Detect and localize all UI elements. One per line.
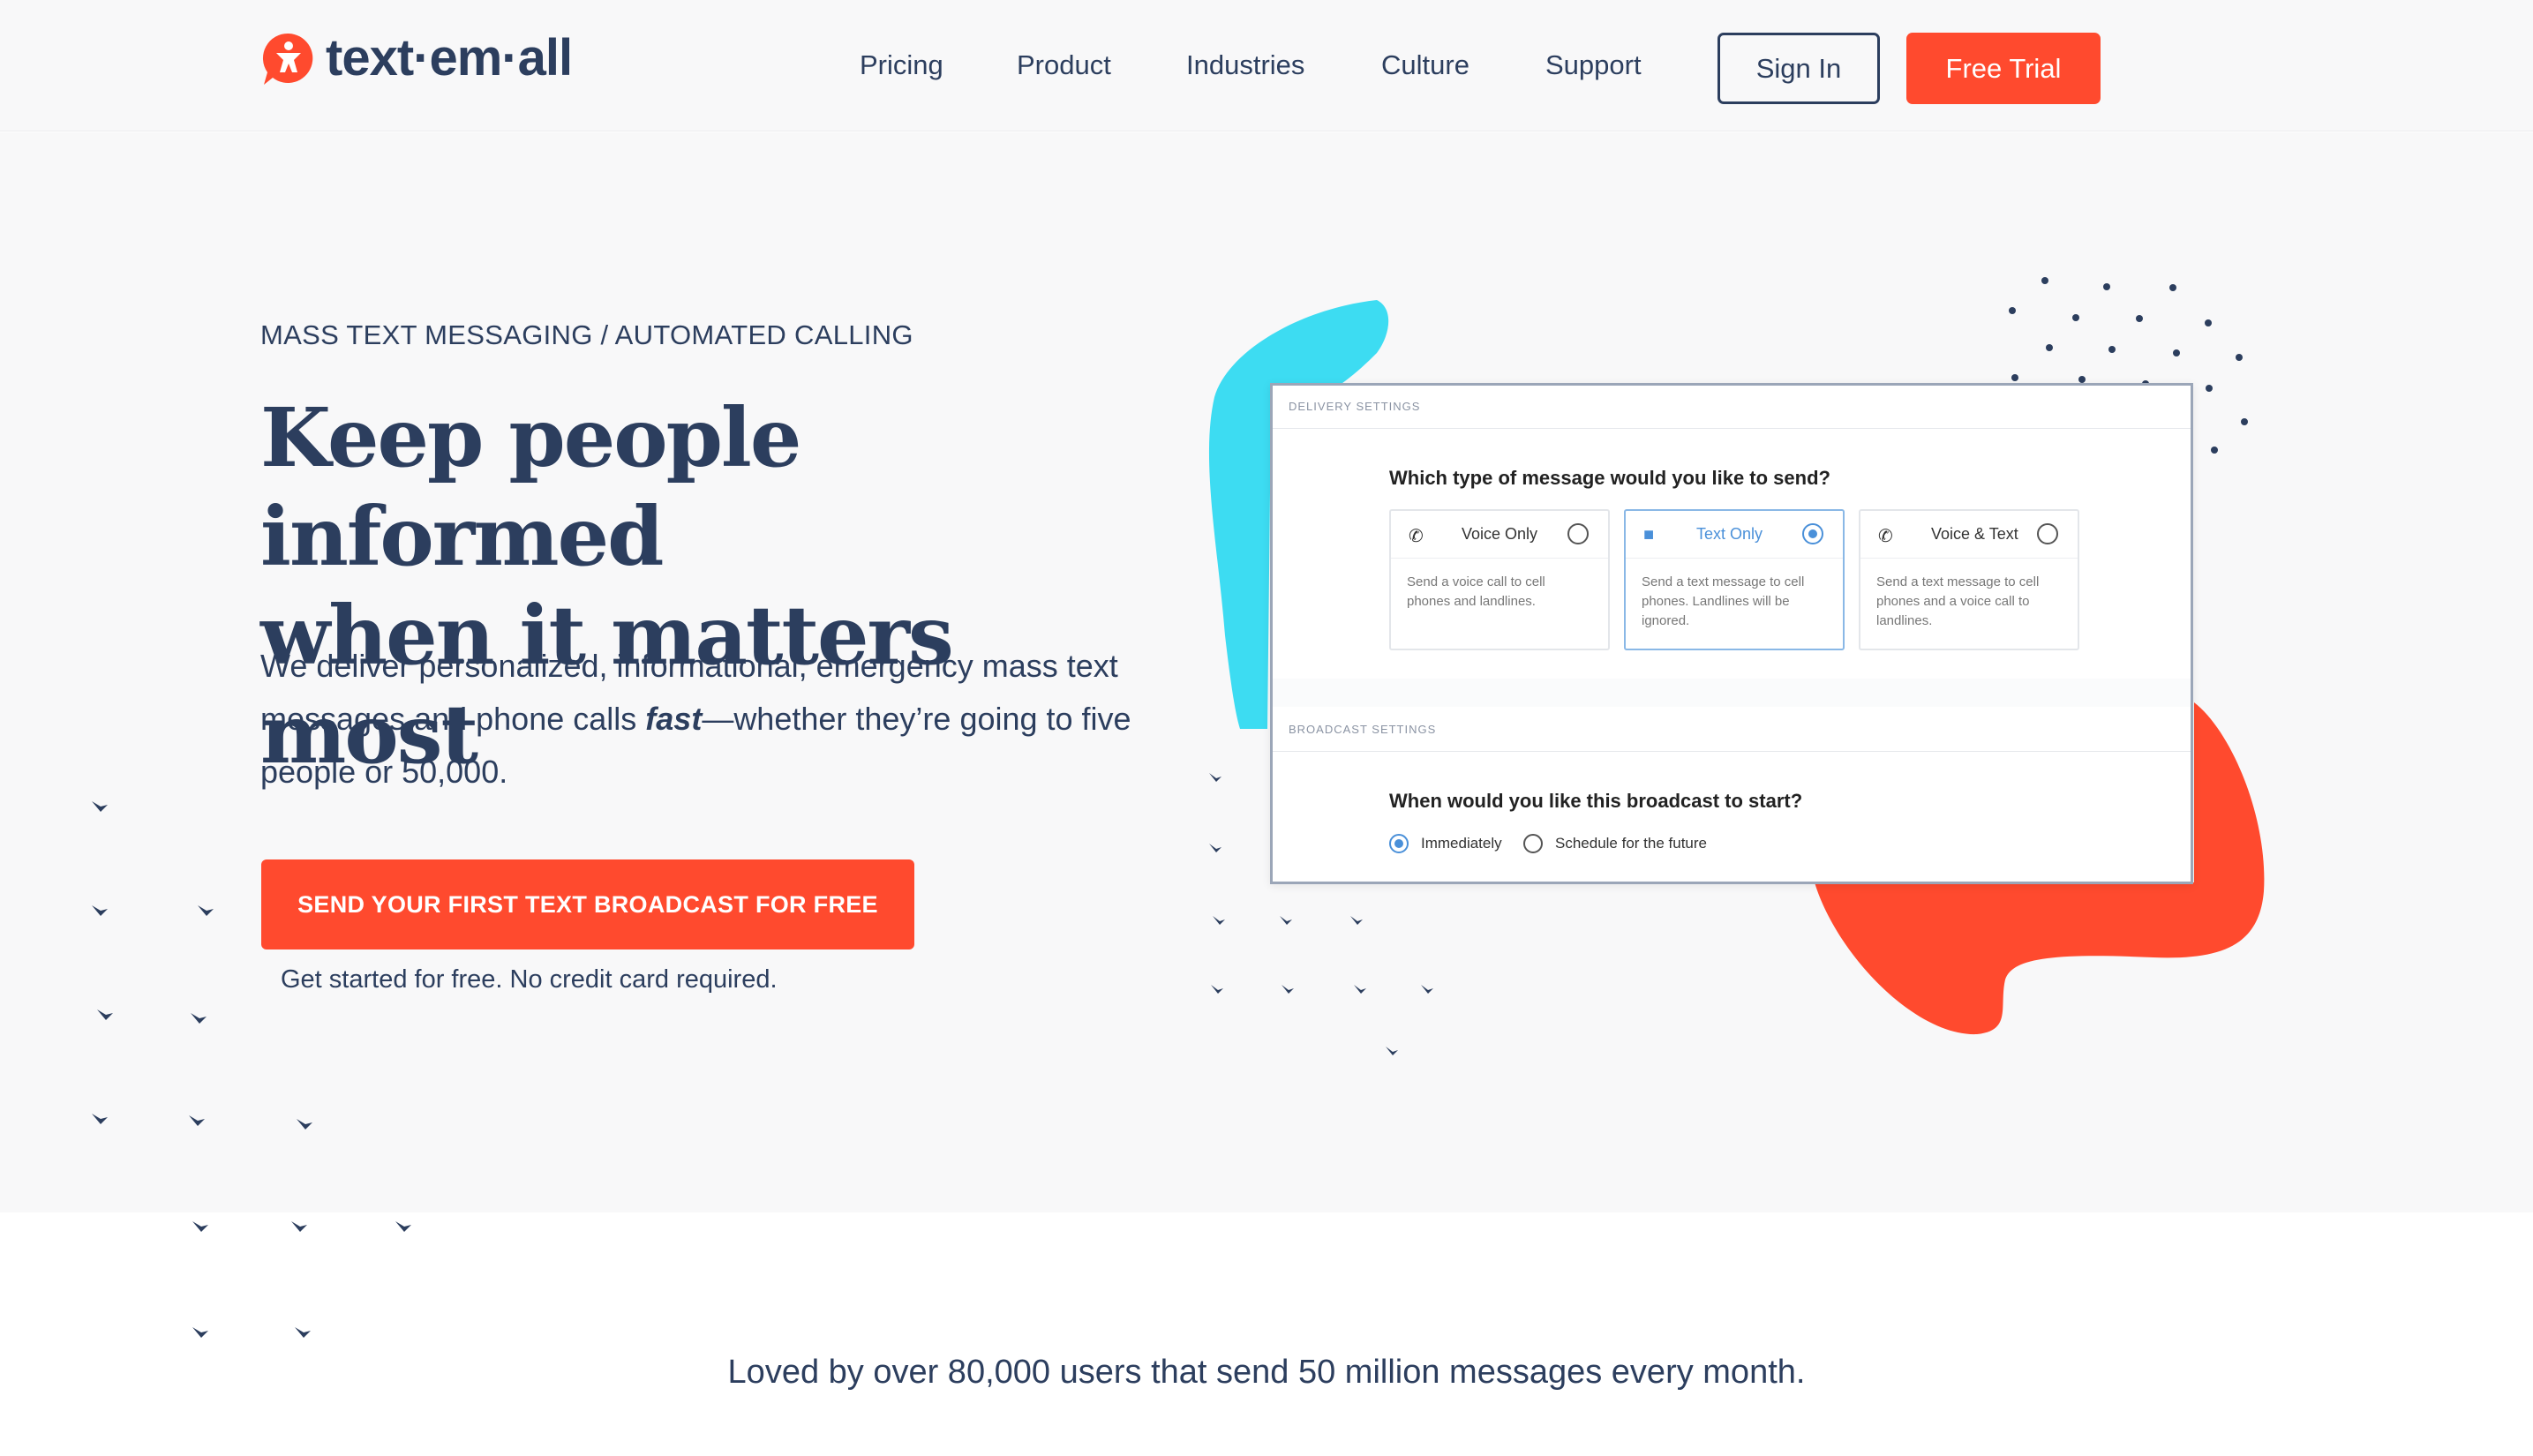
subcopy-emphasis: fast xyxy=(645,701,703,737)
option-label: Voice & Text xyxy=(1931,525,2018,543)
option-text-only[interactable]: ■ Text Only Send a text message to cell … xyxy=(1624,509,1845,650)
section-divider xyxy=(1273,751,2191,752)
start-immediately-option[interactable]: Immediately xyxy=(1389,834,1502,853)
message-icon: ■ xyxy=(1643,525,1655,544)
nav-support[interactable]: Support xyxy=(1545,49,1642,81)
radio-voice-and-text[interactable] xyxy=(2037,523,2058,544)
option-label: Text Only xyxy=(1696,525,1763,543)
nav-pricing[interactable]: Pricing xyxy=(860,49,943,81)
hero-eyebrow: MASS TEXT MESSAGING / AUTOMATED CALLING xyxy=(260,319,913,350)
radio-voice-only[interactable] xyxy=(1567,523,1589,544)
section-divider xyxy=(1273,428,2191,429)
phone-message-icon: ✆ xyxy=(1878,527,1893,546)
logo-icon xyxy=(262,33,313,85)
option-voice-and-text[interactable]: ✆ Voice & Text Send a text message to ce… xyxy=(1859,509,2079,650)
schedule-future-option[interactable]: Schedule for the future xyxy=(1523,834,1707,853)
hero-subcopy: We deliver personalized, informational, … xyxy=(260,640,1187,799)
cta-note: Get started for free. No credit card req… xyxy=(281,965,778,994)
nav-culture[interactable]: Culture xyxy=(1381,49,1469,81)
radio-schedule[interactable] xyxy=(1523,834,1543,853)
immediately-label: Immediately xyxy=(1421,835,1502,852)
logo-text: text·em·all xyxy=(326,29,573,86)
section-band xyxy=(1273,679,2191,707)
option-voice-only[interactable]: ✆ Voice Only Send a voice call to cell p… xyxy=(1389,509,1610,650)
delivery-settings-label: DELIVERY SETTINGS xyxy=(1289,400,1421,413)
nav-product[interactable]: Product xyxy=(1017,49,1111,81)
phone-icon: ✆ xyxy=(1409,527,1424,546)
option-description: Send a text message to cell phones. Land… xyxy=(1642,574,1805,628)
headline-line-1: Keep people informed xyxy=(260,390,801,584)
option-label: Voice Only xyxy=(1462,525,1538,543)
schedule-label: Schedule for the future xyxy=(1555,835,1708,852)
broadcast-settings-label: BROADCAST SETTINGS xyxy=(1289,723,1437,736)
cta-button[interactable]: SEND YOUR FIRST TEXT BROADCAST FOR FREE xyxy=(261,859,914,949)
sign-in-button[interactable]: Sign In xyxy=(1717,33,1880,104)
nav-industries[interactable]: Industries xyxy=(1186,49,1304,81)
radio-text-only[interactable] xyxy=(1802,523,1823,544)
logo[interactable]: text·em·all xyxy=(260,28,573,87)
option-description: Send a voice call to cell phones and lan… xyxy=(1407,574,1545,609)
social-proof-tagline: Loved by over 80,000 users that send 50 … xyxy=(727,1354,1806,1391)
option-description: Send a text message to cell phones and a… xyxy=(1876,574,2040,628)
radio-immediately[interactable] xyxy=(1389,834,1409,853)
free-trial-button[interactable]: Free Trial xyxy=(1906,33,2101,104)
broadcast-start-question: When would you like this broadcast to st… xyxy=(1389,790,1803,812)
message-type-question: Which type of message would you like to … xyxy=(1389,467,1830,489)
site-header: text·em·all Pricing Product Industries C… xyxy=(0,0,2533,131)
app-preview-panel: DELIVERY SETTINGS Which type of message … xyxy=(1270,383,2193,884)
